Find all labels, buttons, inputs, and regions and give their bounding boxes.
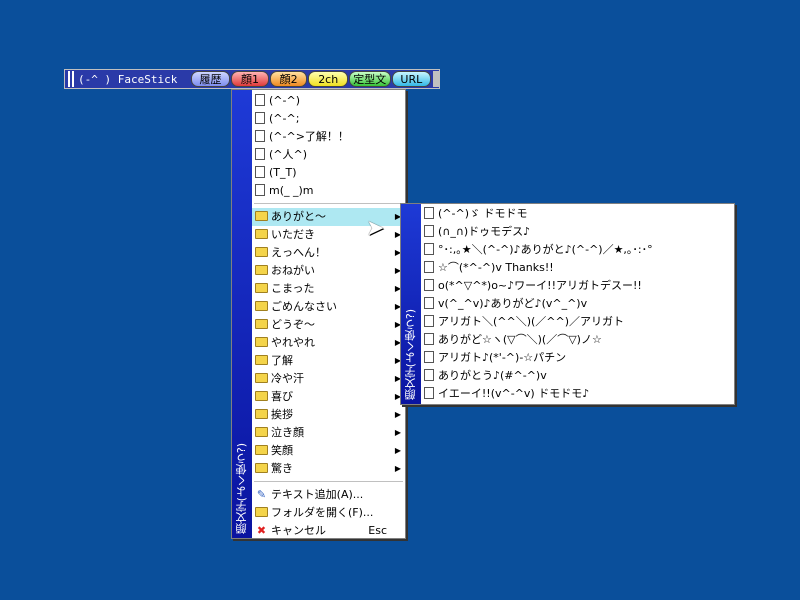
menu-text-item[interactable]: (^人^) bbox=[252, 146, 405, 164]
menu-folder[interactable]: やれやれ ▶ bbox=[252, 334, 405, 352]
submenu-text-item[interactable]: °･:,｡★＼(^-^)♪ありがと♪(^-^)／★,｡･:･° bbox=[421, 241, 734, 259]
submenu-sidebar-label: 顔文字(よく使う?) bbox=[404, 308, 417, 400]
folder-icon bbox=[255, 301, 268, 311]
menu-text-item[interactable]: (^-^; bbox=[252, 110, 405, 128]
folder-icon bbox=[255, 355, 268, 365]
tab-face1[interactable]: 顔1 bbox=[231, 71, 269, 87]
menu-folder[interactable]: こまった ▶ bbox=[252, 280, 405, 298]
menu-folder[interactable]: 泣き顔 ▶ bbox=[252, 424, 405, 442]
tab-url[interactable]: URL bbox=[391, 71, 432, 87]
submenu-text-item[interactable]: ☆⌒(*^-^)v Thanks!! bbox=[421, 259, 734, 277]
document-icon bbox=[424, 297, 434, 309]
menu-folder[interactable]: どうぞ〜 ▶ bbox=[252, 316, 405, 334]
app-title: (-^ ) FaceStick bbox=[77, 72, 178, 86]
document-icon bbox=[255, 94, 265, 106]
submenu-text-item[interactable]: (∩_∩)ドゥモデス♪ bbox=[421, 223, 734, 241]
menu-sidebar: 顔文字(よく使う?) bbox=[232, 90, 252, 538]
menu-folder[interactable]: 了解 ▶ bbox=[252, 352, 405, 370]
submenu-text-item[interactable]: v(^_^v)♪ありがど♪(v^_^)v bbox=[421, 295, 734, 313]
submenu-arrow-icon: ▶ bbox=[394, 410, 401, 419]
document-icon bbox=[424, 243, 434, 255]
folder-icon bbox=[255, 427, 268, 437]
folder-icon bbox=[255, 445, 268, 455]
menu-sidebar-label: 顔文字(よく使う?) bbox=[235, 442, 248, 534]
folder-icon bbox=[255, 391, 268, 401]
tab-2ch[interactable]: 2ch bbox=[308, 71, 348, 87]
menu-text-item[interactable]: (T_T) bbox=[252, 164, 405, 182]
document-icon bbox=[255, 112, 265, 124]
folder-icon bbox=[255, 319, 268, 329]
document-icon bbox=[424, 261, 434, 273]
folder-icon bbox=[255, 211, 268, 221]
folder-icon bbox=[255, 283, 268, 293]
document-icon bbox=[424, 369, 434, 381]
document-icon bbox=[424, 279, 434, 291]
document-icon bbox=[424, 225, 434, 237]
arigato-submenu: 顔文字(よく使う?) (^-^)ゞ ドモドモ (∩_∩)ドゥモデス♪ °･:,｡… bbox=[400, 203, 735, 405]
document-icon bbox=[424, 351, 434, 363]
folder-icon bbox=[255, 409, 268, 419]
toolbar-grip[interactable] bbox=[68, 71, 74, 87]
menu-text-item[interactable]: m(_ _)m bbox=[252, 182, 405, 200]
submenu-text-item[interactable]: ありがとう♪(#^-^)v bbox=[421, 367, 734, 385]
document-icon bbox=[424, 333, 434, 345]
menu-text-item[interactable]: (^-^) bbox=[252, 92, 405, 110]
document-icon bbox=[255, 130, 265, 142]
add-text-menu-item[interactable]: ✎ テキスト追加(A)... bbox=[252, 486, 405, 504]
submenu-arrow-icon: ▶ bbox=[394, 446, 401, 455]
submenu-text-item[interactable]: (^-^)ゞ ドモドモ bbox=[421, 205, 734, 223]
menu-text-item[interactable]: (^-^>了解！！ bbox=[252, 128, 405, 146]
submenu-arrow-icon: ▶ bbox=[394, 464, 401, 473]
submenu-arrow-icon: ▶ bbox=[394, 428, 401, 437]
toolbar-end bbox=[433, 71, 440, 87]
menu-folder[interactable]: おねがい ▶ bbox=[252, 262, 405, 280]
facestick-toolbar[interactable]: (-^ ) FaceStick 履歴 顔1 顔2 2ch 定型文 URL bbox=[64, 69, 440, 89]
menu-separator bbox=[254, 481, 403, 483]
menu-folder[interactable]: 喜び ▶ bbox=[252, 388, 405, 406]
folder-icon bbox=[255, 265, 268, 275]
mouse-cursor-icon: ➤ bbox=[366, 216, 385, 241]
folder-icon bbox=[255, 463, 268, 473]
submenu-text-item[interactable]: ありがど☆ヽ(▽⌒＼)(／⌒▽)ノ☆ bbox=[421, 331, 734, 349]
document-icon bbox=[255, 184, 265, 196]
submenu-text-item[interactable]: イエーイ!!(v^-^v) ドモドモ♪ bbox=[421, 385, 734, 403]
menu-separator bbox=[254, 203, 403, 205]
submenu-text-item[interactable]: アリガト♪(*'-^)-☆パチン bbox=[421, 349, 734, 367]
open-folder-menu-item[interactable]: フォルダを開く(F)... bbox=[252, 504, 405, 522]
menu-folder[interactable]: 挨拶 ▶ bbox=[252, 406, 405, 424]
main-popup-menu: 顔文字(よく使う?) (^-^) (^-^; (^-^>了解！！ (^人^) (… bbox=[231, 89, 406, 539]
folder-icon bbox=[255, 373, 268, 383]
document-icon bbox=[424, 207, 434, 219]
edit-pen-icon: ✎ bbox=[256, 488, 267, 501]
menu-folder[interactable]: 冷や汗 ▶ bbox=[252, 370, 405, 388]
folder-icon bbox=[255, 229, 268, 239]
menu-folder[interactable]: 笑顔 ▶ bbox=[252, 442, 405, 460]
document-icon bbox=[424, 315, 434, 327]
cancel-menu-item[interactable]: ✖ キャンセル Esc bbox=[252, 522, 405, 540]
document-icon bbox=[255, 166, 265, 178]
menu-folder[interactable]: えっへん！ ▶ bbox=[252, 244, 405, 262]
folder-icon bbox=[255, 337, 268, 347]
open-folder-icon bbox=[255, 507, 268, 517]
menu-folder[interactable]: ごめんなさい ▶ bbox=[252, 298, 405, 316]
cancel-shortcut: Esc bbox=[368, 524, 387, 537]
menu-folder[interactable]: 驚き ▶ bbox=[252, 460, 405, 478]
tab-template[interactable]: 定型文 bbox=[348, 71, 391, 87]
folder-icon bbox=[255, 247, 268, 257]
document-icon bbox=[255, 148, 265, 160]
tab-history[interactable]: 履歴 bbox=[190, 71, 231, 87]
tab-face2[interactable]: 顔2 bbox=[269, 71, 308, 87]
submenu-text-item[interactable]: アリガト＼(^^＼)(／^^)／アリガト bbox=[421, 313, 734, 331]
submenu-text-item[interactable]: o(*^▽^*)o~♪ワーイ!!アリガトデスー!! bbox=[421, 277, 734, 295]
document-icon bbox=[424, 387, 434, 399]
submenu-sidebar: 顔文字(よく使う?) bbox=[401, 204, 421, 404]
close-icon: ✖ bbox=[256, 524, 267, 537]
